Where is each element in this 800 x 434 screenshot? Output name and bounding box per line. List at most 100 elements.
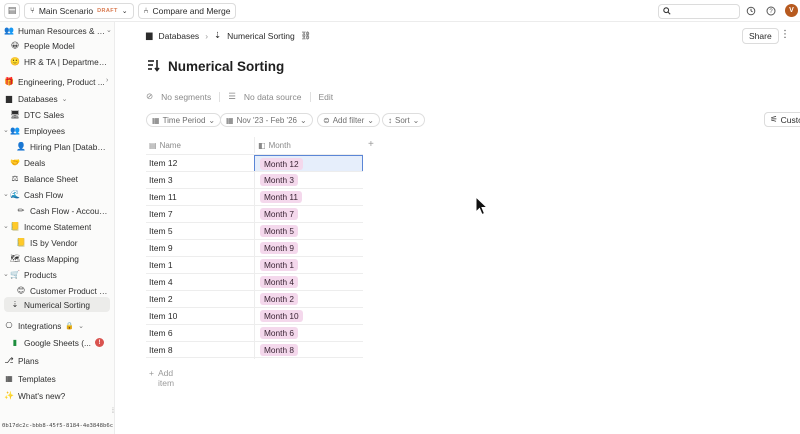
cell-name[interactable]: Item 6	[149, 328, 173, 338]
sidebar-item-cash-flow[interactable]: 🌊 Cash Flow	[10, 187, 110, 202]
sidebar-item-people-model[interactable]: 😀 People Model	[10, 38, 110, 53]
add-item-button[interactable]: + Add item	[149, 368, 174, 388]
sidebar-item-templates[interactable]: ▦ Templates	[4, 371, 106, 386]
cell-month[interactable]: Month 7	[254, 206, 363, 223]
data-source-icon: ☰	[228, 91, 236, 101]
breadcrumb-databases[interactable]: Databases	[159, 31, 200, 41]
table-row[interactable]: Item 7 Month 7	[146, 205, 363, 223]
column-header-name[interactable]: ▤ Name	[146, 137, 181, 153]
sidebar-item-cash-flow-accounts[interactable]: ✏ Cash Flow - Accoun...	[16, 203, 110, 218]
help-icon[interactable]: ?	[765, 5, 777, 17]
add-column-icon[interactable]: +	[368, 139, 374, 150]
sidebar-item-income-statement[interactable]: 📒 Income Statement	[10, 219, 110, 234]
scenario-selector[interactable]: ⑂ Main Scenario DRAFT ⌄	[24, 2, 134, 19]
edit-button[interactable]: Edit	[319, 92, 334, 102]
cell-month[interactable]: Month 1	[254, 257, 363, 274]
meta-row: ⊘ No segments ☰ No data source Edit	[146, 91, 333, 102]
cell-month[interactable]: Month 9	[254, 240, 363, 257]
calendar-icon: ▦	[226, 115, 234, 125]
table-row[interactable]: Item 2 Month 2	[146, 290, 363, 308]
sliders-icon: ⚟	[770, 114, 778, 124]
sidebar-item-human-resources[interactable]: 👥 Human Resources & T...	[4, 23, 106, 38]
chevron-right-icon[interactable]: ›	[106, 77, 108, 84]
table-row[interactable]: Item 12 Month 12	[146, 154, 363, 172]
more-options-icon[interactable]: ⋮	[780, 29, 790, 40]
avatar[interactable]: V	[785, 4, 798, 17]
column-header-month[interactable]: ◧ Month	[254, 137, 291, 153]
sidebar-item-integrations[interactable]: ⎔ Integrations 🔒 ⌄	[4, 318, 106, 333]
chevron-down-icon[interactable]: ⌄	[3, 190, 9, 198]
table-row[interactable]: Item 1 Month 1	[146, 256, 363, 274]
month-pill: Month 6	[260, 327, 298, 339]
cell-name[interactable]: Item 8	[149, 345, 173, 355]
cell-name[interactable]: Item 3	[149, 175, 173, 185]
cell-month-selected[interactable]: Month 12	[254, 155, 363, 172]
cell-month[interactable]: Month 10	[254, 308, 363, 325]
table-row[interactable]: Item 8 Month 8	[146, 341, 363, 359]
table-row[interactable]: Item 10 Month 10	[146, 307, 363, 325]
table-row[interactable]: Item 4 Month 4	[146, 273, 363, 291]
sidebar-item-whats-new[interactable]: ✨ What's new?	[4, 388, 106, 403]
add-filter-button[interactable]: ⊜ Add filter ⌄	[317, 113, 380, 127]
sidebar-item-hr-ta[interactable]: 🙂 HR & TA | Departmen...	[10, 54, 110, 69]
cell-month[interactable]: Month 11	[254, 189, 363, 206]
sidebar-item-is-by-vendor[interactable]: 📒 IS by Vendor	[16, 235, 110, 250]
cell-name[interactable]: Item 9	[149, 243, 173, 253]
cell-name[interactable]: Item 5	[149, 226, 173, 236]
cell-month[interactable]: Month 2	[254, 291, 363, 308]
sidebar-item-numerical-sorting[interactable]: ⇣ Numerical Sorting	[4, 297, 110, 312]
sidebar-item-google-sheets[interactable]: ▮ Google Sheets (...	[10, 335, 94, 350]
link-icon[interactable]: ⛓	[301, 31, 311, 40]
table-row[interactable]: Item 11 Month 11	[146, 188, 363, 206]
chevron-down-icon[interactable]: ⌄	[106, 26, 112, 34]
sidebar-item-hiring-plan[interactable]: 👤 Hiring Plan [Database]	[16, 139, 110, 154]
segments-button[interactable]: No segments	[161, 92, 211, 102]
chevron-down-icon[interactable]: ⌄	[3, 126, 9, 134]
sidebar-item-balance-sheet[interactable]: ⚖ Balance Sheet	[10, 171, 110, 186]
compare-merge-button[interactable]: ⑃ Compare and Merge	[137, 2, 237, 19]
cell-month[interactable]: Month 8	[254, 342, 363, 359]
cell-name[interactable]: Item 2	[149, 294, 173, 304]
sort-button[interactable]: ↕ Sort ⌄	[382, 113, 426, 127]
month-pill: Month 11	[260, 191, 302, 203]
time-period-filter[interactable]: ▦ Time Period ⌄	[146, 113, 222, 127]
breadcrumb-current[interactable]: Numerical Sorting	[227, 31, 295, 41]
sidebar-item-engineering[interactable]: 🎁 Engineering, Product ...	[4, 74, 106, 89]
cell-month[interactable]: Month 5	[254, 223, 363, 240]
table-row[interactable]: Item 6 Month 6	[146, 324, 363, 342]
share-button[interactable]: Share	[742, 28, 779, 44]
sidebar-item-deals[interactable]: 🤝 Deals	[10, 155, 110, 170]
cell-name[interactable]: Item 11	[149, 192, 177, 202]
cell-month[interactable]: Month 4	[254, 274, 363, 291]
sidebar-item-plans[interactable]: ⎇ Plans	[4, 353, 106, 368]
cell-name[interactable]: Item 4	[149, 277, 173, 287]
table-row[interactable]: Item 3 Month 3	[146, 171, 363, 189]
data-source-button[interactable]: No data source	[244, 92, 302, 102]
resize-handle-icon[interactable]: ⁞	[112, 408, 114, 415]
search-input[interactable]	[658, 4, 740, 19]
cell-month[interactable]: Month 6	[254, 325, 363, 342]
sidebar-item-employees[interactable]: 👥 Employees	[10, 123, 110, 138]
sidebar-item-customer-product[interactable]: 😊 Customer Product U...	[16, 283, 110, 298]
sidebar-item-databases[interactable]: ▆ Databases ⌄	[4, 91, 106, 106]
cell-name[interactable]: Item 10	[149, 311, 177, 321]
customize-button[interactable]: ⚟ Customize	[764, 112, 800, 127]
page-title: Numerical Sorting	[146, 58, 284, 75]
month-pill: Month 10	[260, 310, 303, 322]
chevron-down-icon[interactable]: ⌄	[3, 222, 9, 230]
cell-name[interactable]: Item 12	[149, 158, 177, 168]
cell-name[interactable]: Item 7	[149, 209, 173, 219]
chevron-right-icon: ›	[205, 30, 209, 41]
table-row[interactable]: Item 9 Month 9	[146, 239, 363, 257]
history-icon[interactable]	[745, 5, 757, 17]
cell-month[interactable]: Month 3	[254, 172, 363, 189]
chevron-down-icon[interactable]: ⌄	[3, 270, 9, 278]
sidebar-item-class-mapping[interactable]: 🗺 Class Mapping	[10, 251, 110, 266]
emoji-icon: 🙂	[10, 57, 20, 66]
sidebar-item-products[interactable]: 🛒 Products	[10, 267, 110, 282]
sidebar-toggle-icon[interactable]: ▤	[4, 2, 20, 19]
date-range-filter[interactable]: ▦ Nov '23 - Feb '26 ⌄	[220, 113, 313, 127]
table-row[interactable]: Item 5 Month 5	[146, 222, 363, 240]
cell-name[interactable]: Item 1	[149, 260, 173, 270]
sidebar-item-dtc-sales[interactable]: 🖥 DTC Sales	[10, 107, 110, 122]
